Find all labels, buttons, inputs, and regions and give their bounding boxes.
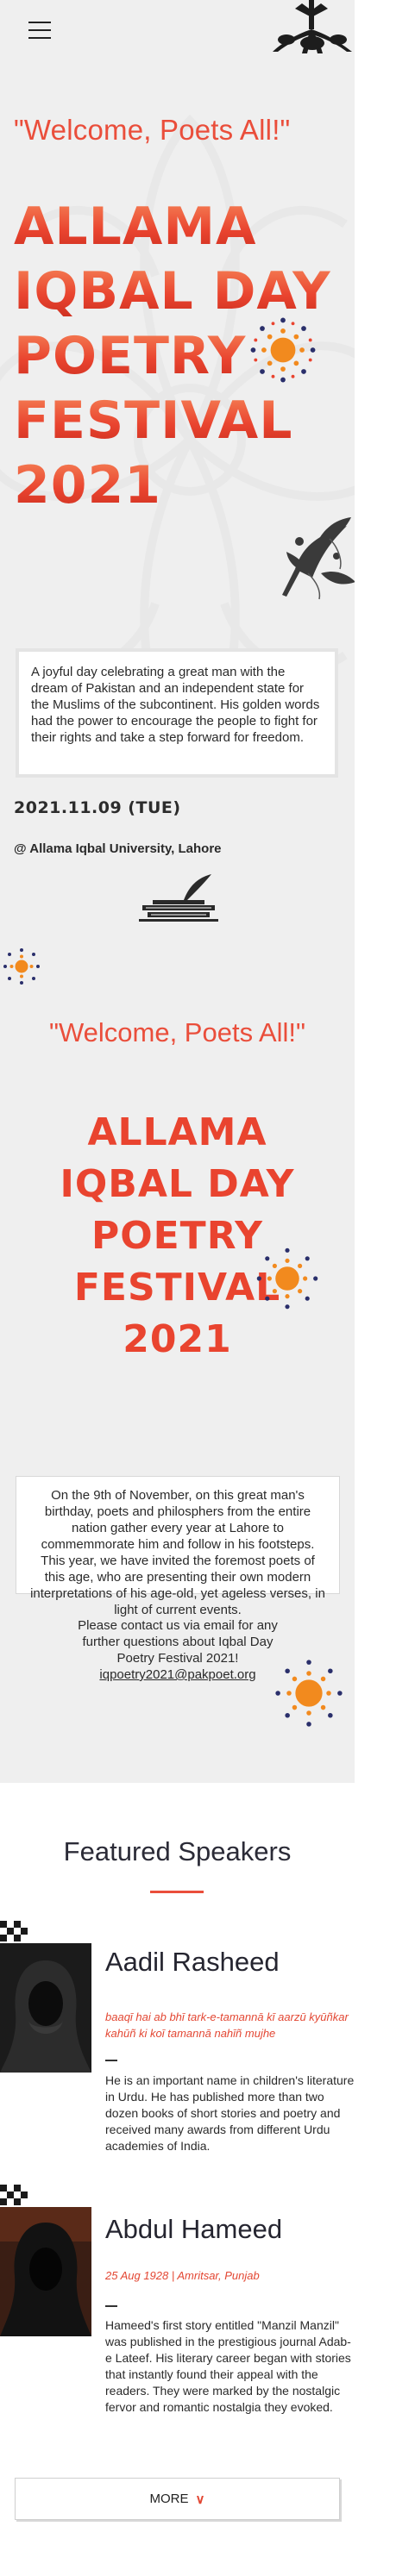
- page: "Welcome, Poets All!" ALLAMA IQBAL DAY P…: [0, 0, 415, 2576]
- small-sunburst-icon: [3, 948, 40, 985]
- hamburger-menu-icon[interactable]: [28, 22, 51, 41]
- sunburst-decoration-icon: [250, 317, 316, 383]
- speaker-name: Abdul Hameed: [105, 2214, 283, 2244]
- speaker-bio: He is an important name in children's li…: [105, 2073, 355, 2153]
- checker-pattern-icon: [0, 1921, 28, 1941]
- event-venue: @ Allama Iqbal University, Lahore: [14, 841, 222, 856]
- about-card: On the 9th of November, on this great ma…: [16, 1476, 340, 1617]
- title-line: 2021: [123, 1317, 232, 1361]
- speaker-photo: [0, 2207, 91, 2336]
- books-quill-illustration-icon: [139, 874, 218, 922]
- speaker-photo: [0, 1943, 91, 2073]
- sunburst-decoration-icon: [256, 1247, 318, 1310]
- speakers-heading: Featured Speakers: [63, 1836, 292, 1866]
- speaker-divider: [105, 2305, 117, 2307]
- title-line: ALLAMA: [14, 195, 355, 259]
- hero-section: "Welcome, Poets All!" ALLAMA IQBAL DAY P…: [0, 0, 355, 1783]
- sunburst-decoration-icon: [275, 1660, 343, 1727]
- hooded-figure-icon: [0, 2207, 91, 2336]
- contact-text: Please contact us via email for any furt…: [78, 1618, 278, 1666]
- festival-title-secondary: ALLAMA IQBAL DAY POETRY FESTIVAL 2021: [0, 1107, 355, 1366]
- more-button[interactable]: MORE ∨: [15, 2478, 340, 2520]
- event-date: 2021.11.09 (TUE): [14, 798, 181, 817]
- more-button-label: MORE: [149, 2492, 189, 2506]
- title-line: IQBAL DAY: [60, 1162, 295, 1206]
- speaker-bio: Hameed's first story entitled "Manzil Ma…: [105, 2318, 351, 2414]
- welcome-heading-secondary: "Welcome, Poets All!": [48, 1017, 306, 1047]
- contact-email-link[interactable]: iqpoetry2021@pakpoet.org: [99, 1667, 255, 1682]
- intro-card: A joyful day celebrating a great man wit…: [16, 648, 338, 778]
- right-margin: [355, 0, 415, 1783]
- title-line: FESTIVAL: [14, 389, 355, 453]
- speaker-divider: [105, 2060, 117, 2061]
- speaker-name: Aadil Rasheed: [105, 1947, 280, 1977]
- heading-underline: [150, 1891, 204, 1893]
- flower-illustration-icon: [282, 517, 355, 600]
- hooded-figure-icon: [0, 1943, 91, 2073]
- speaker-subtitle: baaqī hai ab bhī tark-e-tamannā kī aarzū…: [105, 2010, 349, 2040]
- speaker-subtitle: 25 Aug 1928 | Amritsar, Punjab: [105, 2269, 260, 2282]
- checker-pattern-icon: [0, 2185, 28, 2205]
- welcome-heading: "Welcome, Poets All!": [14, 114, 291, 146]
- contact-block: Please contact us via email for any furt…: [64, 1617, 292, 1683]
- chevron-down-icon: ∨: [195, 2492, 205, 2507]
- tree-illustration-icon: [273, 0, 352, 53]
- title-line: ALLAMA: [87, 1110, 267, 1154]
